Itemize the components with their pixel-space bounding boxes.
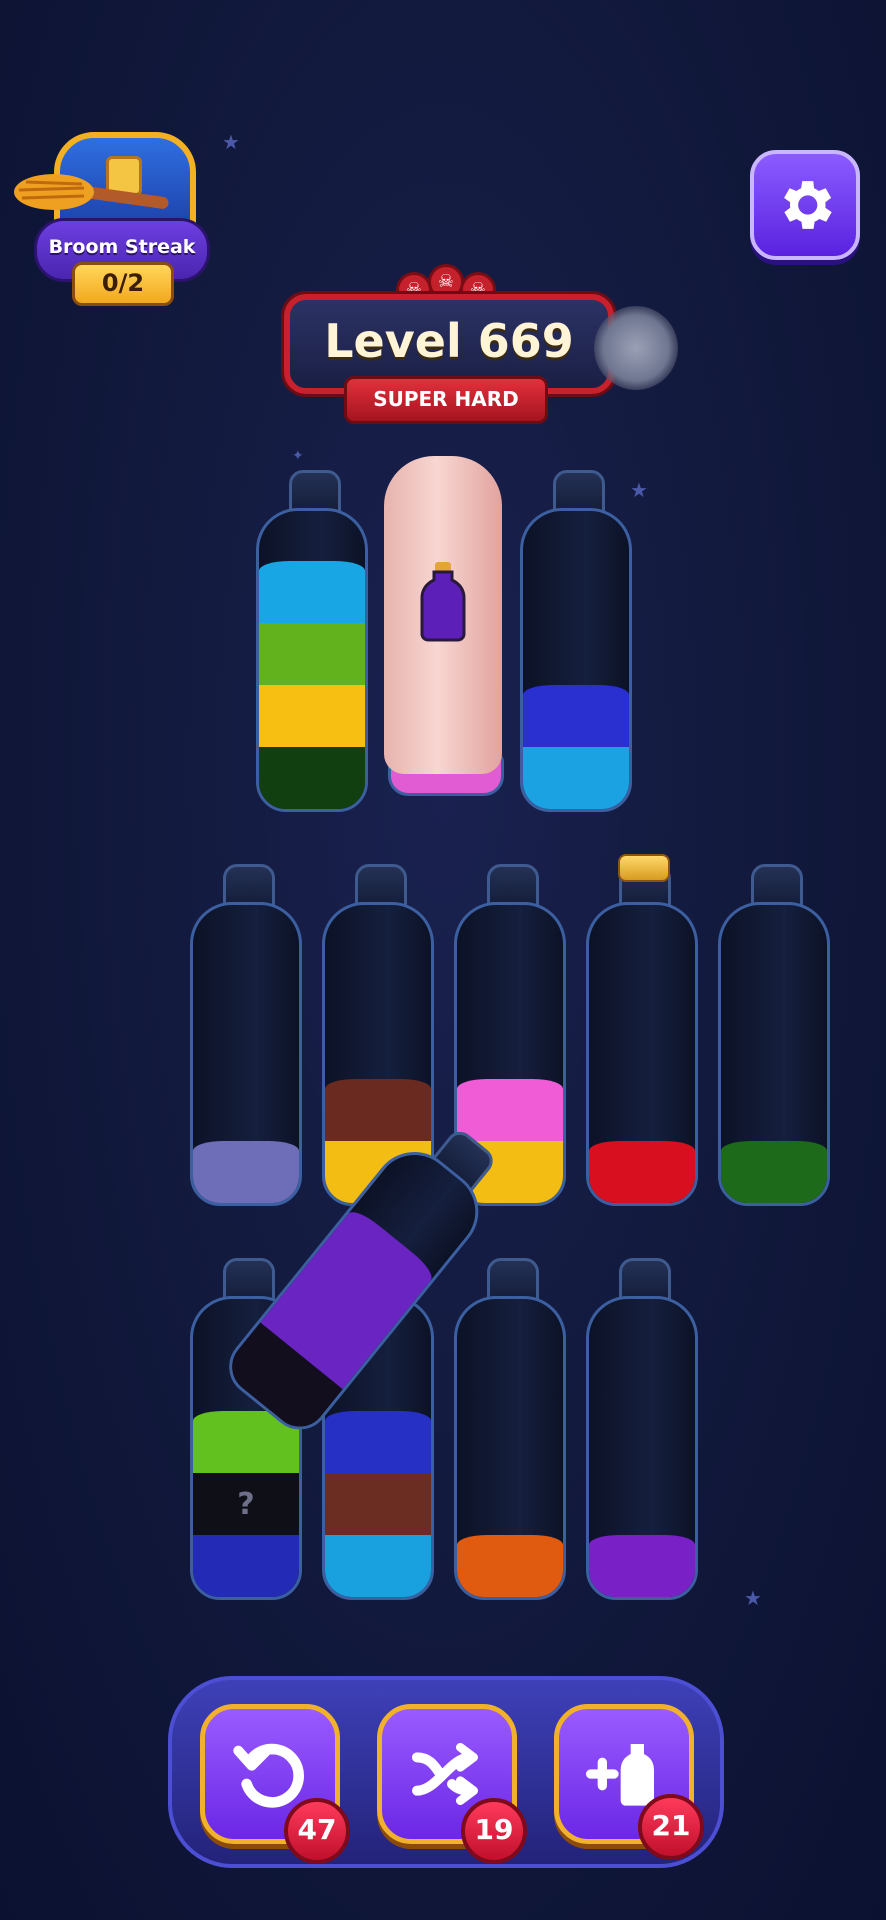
bottle-glass — [256, 508, 368, 812]
add-bottle-count-badge: 21 — [638, 1794, 704, 1860]
broom-streak-widget[interactable]: Broom Streak 0/2 — [14, 118, 214, 306]
bottle-liquid — [589, 1141, 695, 1203]
liquid-layer — [523, 747, 629, 809]
difficulty-skulls: ☠ ☠ ☠ — [396, 264, 496, 308]
bottle[interactable] — [256, 470, 368, 812]
bottle-glass — [586, 902, 698, 1206]
star-decoration: ✦ — [292, 448, 304, 464]
bottle-liquid — [457, 1535, 563, 1597]
liquid-layer — [259, 747, 365, 809]
mystery-layer: ? — [193, 1473, 299, 1535]
liquid-layer — [193, 1141, 299, 1203]
cork-icon — [618, 854, 670, 882]
undo-count-badge: 47 — [284, 1798, 350, 1864]
bottle[interactable] — [190, 864, 302, 1206]
bottle-glass — [454, 1296, 566, 1600]
shuffle-count-badge: 19 — [461, 1798, 527, 1864]
star-decoration: ★ — [222, 130, 240, 154]
broom-icon — [14, 174, 169, 210]
shuffle-icon — [412, 1743, 478, 1805]
bottle-liquid — [589, 1535, 695, 1597]
bottle-glass — [718, 902, 830, 1206]
liquid-layer — [523, 685, 629, 747]
undo-icon — [233, 1743, 305, 1808]
liquid-layer — [259, 623, 365, 685]
bottle-liquid — [193, 1141, 299, 1203]
broom-streak-count: 0/2 — [72, 262, 174, 306]
bottle[interactable] — [586, 1258, 698, 1600]
bottle-glass — [190, 902, 302, 1206]
bottle-glass — [586, 1296, 698, 1600]
level-title: Level 669 — [324, 314, 574, 368]
liquid-layer — [589, 1141, 695, 1203]
settings-button[interactable] — [750, 150, 860, 260]
star-decoration: ★ — [744, 1586, 762, 1610]
gear-icon — [784, 181, 832, 229]
liquid-layer — [721, 1141, 827, 1203]
bottle-liquid: ? — [193, 1411, 299, 1597]
liquid-layer — [325, 1535, 431, 1597]
bottle-liquid — [523, 685, 629, 809]
liquid-layer — [457, 1079, 563, 1141]
liquid-layer — [325, 1411, 431, 1473]
bottle[interactable] — [454, 1258, 566, 1600]
bottle-liquid — [325, 1411, 431, 1597]
covered-bottle[interactable] — [384, 456, 504, 796]
bottle-glass — [520, 508, 632, 812]
bottle[interactable] — [520, 470, 632, 812]
liquid-layer — [259, 561, 365, 623]
liquid-layer — [259, 685, 365, 747]
bottle[interactable] — [718, 864, 830, 1206]
difficulty-label: SUPER HARD — [344, 376, 548, 424]
liquid-layer — [457, 1535, 563, 1597]
bottle-liquid — [721, 1141, 827, 1203]
touch-indicator — [594, 306, 678, 390]
star-decoration: ★ — [630, 478, 648, 502]
bottle[interactable] — [586, 854, 698, 1206]
potion-icon — [420, 562, 466, 642]
liquid-layer — [589, 1535, 695, 1597]
liquid-layer — [325, 1473, 431, 1535]
liquid-layer — [193, 1535, 299, 1597]
bottle-liquid — [259, 561, 365, 809]
